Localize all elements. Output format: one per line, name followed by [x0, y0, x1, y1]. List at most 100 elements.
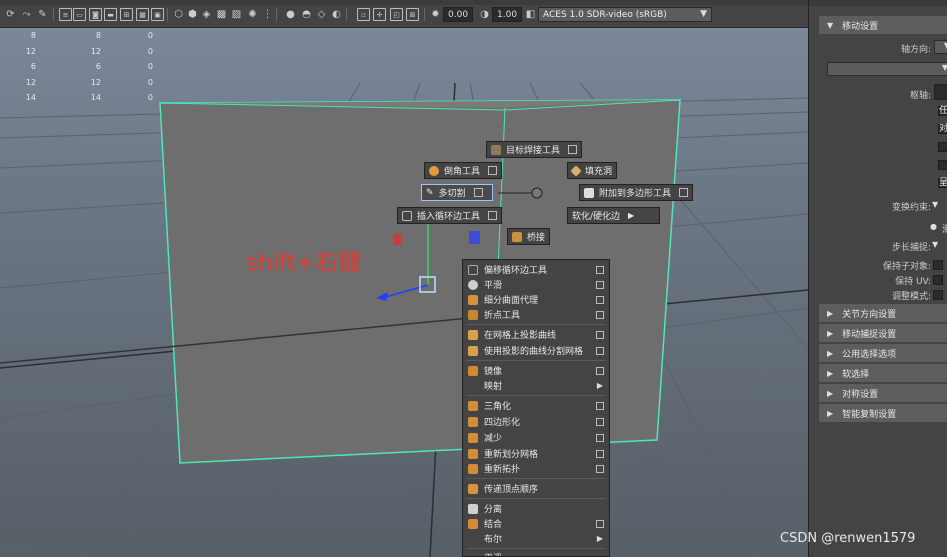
option-box-icon[interactable] [596, 346, 604, 355]
menu-item-retopologize[interactable]: 重新拓扑 [463, 461, 609, 476]
manipulator-x-handle[interactable] [394, 234, 401, 245]
section-joint-orient[interactable]: ▶ 关节方向设置 [819, 304, 947, 322]
menu-item-separate[interactable]: 分离 [463, 501, 609, 516]
option-box-icon[interactable] [488, 166, 498, 175]
xray-joints-icon[interactable]: ✛ [373, 8, 386, 21]
menu-item-transfer-vertex-order[interactable]: 传递顶点顺序 [463, 481, 609, 496]
checkbox-5[interactable]: 呈 [938, 178, 947, 188]
option-box-icon[interactable] [596, 310, 604, 319]
section-common-selection[interactable]: ▶ 公用选择选项 [819, 344, 947, 362]
resolution-gate-icon[interactable]: ▣ [151, 8, 164, 21]
shadows-icon[interactable]: ⋮ [261, 8, 274, 21]
menu-soften-harden[interactable]: 软化/硬化边 ▶ [567, 207, 660, 224]
option-box-icon[interactable] [473, 188, 483, 197]
reduce-icon [468, 432, 478, 443]
section-move-snap[interactable]: ▶ 移动捕捉设置 [819, 324, 947, 342]
option-box-icon[interactable] [596, 280, 604, 289]
xray-icon[interactable]: ▩ [215, 8, 228, 21]
menu-item-crease-tool[interactable]: 折点工具 [463, 307, 609, 322]
menu-item-offset-edge-loop[interactable]: 偏移循环边工具 [463, 262, 609, 277]
checkbox-1[interactable]: 任 [938, 106, 947, 116]
menu-item-combine[interactable]: 结合 [463, 516, 609, 531]
section-move-settings[interactable]: ▼ 移动设置 [819, 16, 947, 34]
section-smart-duplicate[interactable]: ▶ 智能复制设置 [819, 404, 947, 422]
radio-button-icon[interactable]: ● [930, 222, 937, 231]
menu-multicut[interactable]: ✎ 多切割 [421, 184, 493, 201]
gamma-icon[interactable]: ◑ [478, 8, 491, 21]
isolate-select-icon[interactable]: ▫ [357, 8, 370, 21]
bookmark-icon[interactable]: ≡ [59, 8, 72, 21]
lock-camera-icon[interactable]: ⤳ [20, 8, 33, 21]
menu-item-split-mesh-curve[interactable]: 使用投影的曲线分割网格 [463, 343, 609, 358]
option-box-icon[interactable] [596, 366, 604, 375]
option-box-icon[interactable] [679, 188, 689, 197]
option-box-icon[interactable] [596, 433, 604, 442]
manipulator-plane-handle[interactable] [469, 231, 480, 244]
view-transform-icon[interactable]: ◧ [524, 8, 537, 21]
menu-item-subdiv-proxy[interactable]: 细分曲面代理 [463, 292, 609, 307]
option-box-icon[interactable] [596, 464, 604, 473]
film-gate-icon[interactable]: ▦ [136, 8, 149, 21]
axis-orientation-sub-dropdown[interactable]: ▼ [827, 62, 947, 76]
menu-item-mapping[interactable]: 映射 ▶ [463, 378, 609, 393]
menu-bridge[interactable]: 桥接 [507, 228, 551, 245]
wireframe-on-shaded-icon[interactable]: ◈ [200, 8, 213, 21]
chevron-down-icon[interactable]: ▼ [932, 240, 938, 249]
axis-orientation-dropdown[interactable]: ▼ [934, 40, 947, 54]
ambient-occlusion-icon[interactable]: ● [284, 8, 297, 21]
multisample-aa-icon[interactable]: ◇ [315, 8, 328, 21]
xray-active-icon[interactable]: ◰ [390, 8, 403, 21]
depth-of-field-icon[interactable]: ◐ [330, 8, 343, 21]
lights-icon[interactable]: ✺ [246, 8, 259, 21]
select-camera-icon[interactable]: ⟳ [4, 8, 17, 21]
menu-item-triangulate[interactable]: 三角化 [463, 398, 609, 413]
option-box-icon[interactable] [568, 145, 578, 154]
checkbox-2[interactable]: 对 [938, 124, 947, 134]
menu-item-mirror[interactable]: 镜像 [463, 363, 609, 378]
option-box-icon[interactable] [596, 449, 604, 458]
menu-item-smooth-bottom[interactable]: 平滑 [463, 550, 609, 556]
option-box-icon[interactable] [596, 295, 604, 304]
preserve-uvs-checkbox[interactable] [933, 275, 943, 285]
menu-insert-edge-loop[interactable]: 插入循环边工具 [397, 207, 503, 224]
menu-append-polygon[interactable]: 附加到多边形工具 [579, 184, 694, 201]
menu-fill-hole[interactable]: 填充洞 [567, 162, 618, 179]
colorspace-dropdown[interactable]: ACES 1.0 SDR-video (sRGB) ▼ [538, 7, 712, 22]
option-box-icon[interactable] [596, 519, 604, 528]
motion-blur-icon[interactable]: ◓ [300, 8, 313, 21]
section-symmetry[interactable]: ▶ 对称设置 [819, 384, 947, 402]
option-box-icon[interactable] [596, 401, 604, 410]
menu-bevel[interactable]: 倒角工具 [424, 162, 503, 179]
option-box-icon[interactable] [596, 265, 604, 274]
section-soft-selection[interactable]: ▶ 软选择 [819, 364, 947, 382]
tweak-mode-checkbox[interactable] [933, 290, 943, 300]
menu-item-boolean[interactable]: 布尔 ▶ [463, 531, 609, 546]
checkbox-4[interactable] [938, 160, 947, 170]
menu-item-project-curve[interactable]: 在网格上投影曲线 [463, 327, 609, 342]
option-box-icon[interactable] [596, 417, 604, 426]
menu-item-quadrangulate[interactable]: 四边形化 [463, 414, 609, 429]
chevron-down-icon[interactable]: ▼ [932, 200, 938, 209]
grid-icon[interactable]: ⊞ [120, 8, 133, 21]
camera-attributes-icon[interactable]: ✎ [36, 8, 49, 21]
wireframe-icon[interactable]: ⬡ [172, 8, 185, 21]
image-plane-icon[interactable]: ▭ [73, 8, 86, 21]
option-box-icon[interactable] [596, 330, 604, 339]
menu-item-remesh[interactable]: 重新划分网格 [463, 446, 609, 461]
gamma-field[interactable]: 1.00 [492, 7, 522, 22]
checkbox-3[interactable] [938, 142, 947, 152]
hud-toggle-icon[interactable]: ⊠ [406, 8, 419, 21]
exposure-field[interactable]: 0.00 [443, 7, 473, 22]
grease-pencil-icon[interactable]: ▬ [104, 8, 117, 21]
menu-item-reduce[interactable]: 减少 [463, 430, 609, 445]
smooth-shade-icon[interactable]: ⬢ [186, 8, 199, 21]
menu-target-weld[interactable]: 目标焊接工具 [486, 141, 583, 158]
2d-pan-zoom-icon[interactable]: ◙ [89, 8, 102, 21]
menu-item-smooth[interactable]: 平滑 [463, 277, 609, 292]
pivot-field[interactable] [934, 84, 947, 100]
3d-viewport[interactable]: 880 12 12 0 660 12 12 0 14 14 0 shift+右键 [0, 28, 808, 557]
textured-icon[interactable]: ▨ [230, 8, 243, 21]
exposure-icon[interactable]: ✹ [429, 8, 442, 21]
preserve-children-checkbox[interactable] [933, 260, 943, 270]
option-box-icon[interactable] [488, 211, 498, 220]
